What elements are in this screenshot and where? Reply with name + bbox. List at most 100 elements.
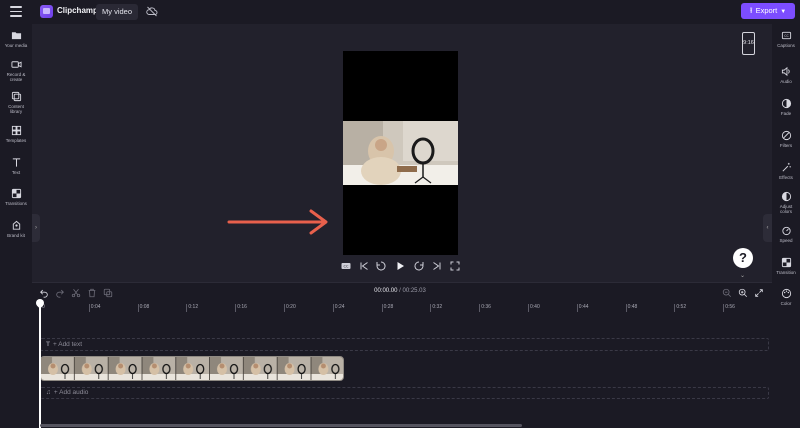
annotation-arrow-icon: [227, 209, 328, 235]
sidebar-item-label: Your media: [4, 43, 28, 48]
properties-item-label: Audio: [780, 79, 792, 84]
hamburger-menu-icon[interactable]: [10, 6, 22, 17]
sidebar-item-transitions[interactable]: Transitions: [0, 188, 32, 206]
adjust-colors-icon: [781, 191, 791, 202]
properties-item-audio[interactable]: Audio: [772, 66, 800, 84]
captions-toggle-icon[interactable]: CC: [340, 260, 352, 272]
svg-text:CC: CC: [344, 265, 349, 269]
help-button[interactable]: ?: [733, 248, 753, 268]
properties-item-effects[interactable]: Effects: [772, 162, 800, 180]
properties-item-label: Color: [780, 301, 792, 306]
properties-item-captions[interactable]: CC Captions: [772, 30, 800, 48]
music-note-icon: ♫: [46, 389, 51, 396]
sidebar-item-label: Text: [11, 170, 21, 175]
sidebar-item-templates[interactable]: Templates: [0, 125, 32, 143]
sidebar-item-label-line2: library: [9, 109, 23, 114]
color-palette-icon: [781, 288, 791, 299]
video-clip[interactable]: [40, 356, 344, 381]
redo-icon[interactable]: [55, 288, 65, 298]
sidebar-item-label: Transitions: [5, 201, 27, 206]
audio-icon: [781, 66, 790, 77]
delete-icon[interactable]: [87, 288, 97, 298]
properties-item-color[interactable]: Color: [772, 288, 800, 306]
properties-item-adjust-colors[interactable]: Adjust colors: [772, 191, 800, 214]
fit-to-timeline-icon[interactable]: [754, 288, 764, 298]
current-time: 00:00.00: [374, 288, 398, 294]
sidebar-item-brand-kit[interactable]: Brand kit: [0, 220, 32, 238]
export-label: Export: [755, 6, 778, 15]
right-sidebar: CC Captions Audio Fade Filters Effects A…: [772, 24, 800, 428]
add-text-track[interactable]: T + Add text: [40, 338, 769, 351]
timecode-display: 00:00.00 / 00:25.03: [360, 288, 440, 294]
sidebar-item-label: Brand kit: [7, 233, 25, 238]
player-controls: CC: [340, 260, 462, 274]
properties-item-speed[interactable]: Speed: [772, 225, 800, 243]
playhead[interactable]: [39, 300, 41, 428]
timeline-ruler[interactable]: 0 0:04 0:08 0:12 0:16 0:20 0:24 0:28 0:3…: [40, 302, 770, 314]
rewind-5-icon[interactable]: [375, 260, 387, 272]
forward-5-icon[interactable]: [413, 260, 425, 272]
clipchamp-editor: Clipchamp My video ⭱ Export ▼ Your media R…: [0, 0, 800, 428]
add-audio-track[interactable]: ♫ + Add audio: [40, 387, 769, 399]
properties-item-label: Filters: [779, 143, 793, 148]
aspect-ratio-button[interactable]: 9:16: [742, 32, 755, 55]
cloud-sync-off-icon[interactable]: [146, 6, 158, 17]
video-clip-thumbnails: [41, 357, 343, 380]
properties-item-label: Effects: [779, 175, 793, 180]
properties-item-transition[interactable]: Transition: [772, 257, 800, 275]
properties-item-fade[interactable]: Fade: [772, 98, 800, 116]
sidebar-item-label-line2: create: [9, 77, 23, 82]
effects-icon: [782, 162, 791, 172]
svg-text:CC: CC: [784, 34, 789, 38]
text-icon: T: [46, 341, 50, 348]
folder-icon: [11, 32, 21, 40]
properties-item-label: Speed: [779, 238, 793, 243]
total-time: / 00:25.03: [399, 288, 426, 294]
collapse-right-panel-button[interactable]: ‹: [763, 214, 772, 242]
video-frame-image: [343, 121, 458, 185]
properties-item-label-line2: colors: [779, 209, 792, 214]
top-bar: Clipchamp My video ⭱ Export ▼: [0, 0, 800, 24]
transitions-icon: [11, 188, 21, 199]
library-icon: [11, 91, 21, 102]
speed-icon: [781, 226, 791, 236]
chevron-down-icon[interactable]: ⌄: [740, 272, 745, 279]
audio-track-label: ♫ + Add audio: [46, 389, 89, 396]
brand-kit-icon: [12, 220, 20, 230]
sidebar-item-text[interactable]: Text: [0, 157, 32, 175]
collapse-left-panel-button[interactable]: ›: [32, 214, 40, 242]
text-track-label: T + Add text: [46, 341, 83, 348]
sidebar-item-your-media[interactable]: Your media: [0, 30, 32, 48]
text-icon: [12, 158, 20, 167]
transition-icon: [781, 257, 791, 268]
properties-item-label: Transition: [776, 270, 796, 275]
skip-back-icon[interactable]: [358, 260, 370, 272]
templates-icon: [11, 125, 21, 136]
video-camera-icon: [10, 61, 22, 68]
split-scissors-icon[interactable]: [71, 288, 81, 298]
properties-item-filters[interactable]: Filters: [772, 130, 800, 148]
captions-icon: CC: [781, 31, 791, 40]
sidebar-item-content-library[interactable]: Content library: [0, 91, 32, 114]
upload-icon: ⭱: [749, 6, 753, 15]
chevron-down-icon: ▼: [780, 9, 787, 15]
play-icon[interactable]: [394, 260, 406, 272]
zoom-in-icon[interactable]: [738, 288, 748, 298]
video-title-field[interactable]: My video: [96, 4, 139, 20]
properties-item-label: Captions: [777, 43, 795, 48]
properties-item-label: Fade: [780, 111, 792, 116]
filters-icon: [781, 130, 791, 141]
skip-forward-icon[interactable]: [431, 260, 443, 272]
sidebar-item-record-create[interactable]: Record & create: [0, 59, 32, 82]
duplicate-icon[interactable]: [103, 288, 113, 298]
fullscreen-icon[interactable]: [449, 260, 461, 272]
sidebar-item-label: Templates: [5, 138, 27, 143]
export-button[interactable]: ⭱ Export ▼: [741, 3, 795, 19]
clipchamp-logo-icon: [40, 5, 53, 18]
timeline-horizontal-scrollbar[interactable]: [40, 424, 522, 427]
brand-name: Clipchamp: [57, 6, 98, 15]
left-sidebar: Your media Record & create Content libra…: [0, 24, 32, 428]
fade-icon: [781, 98, 791, 109]
undo-icon[interactable]: [39, 288, 49, 298]
zoom-out-icon[interactable]: [722, 288, 732, 298]
